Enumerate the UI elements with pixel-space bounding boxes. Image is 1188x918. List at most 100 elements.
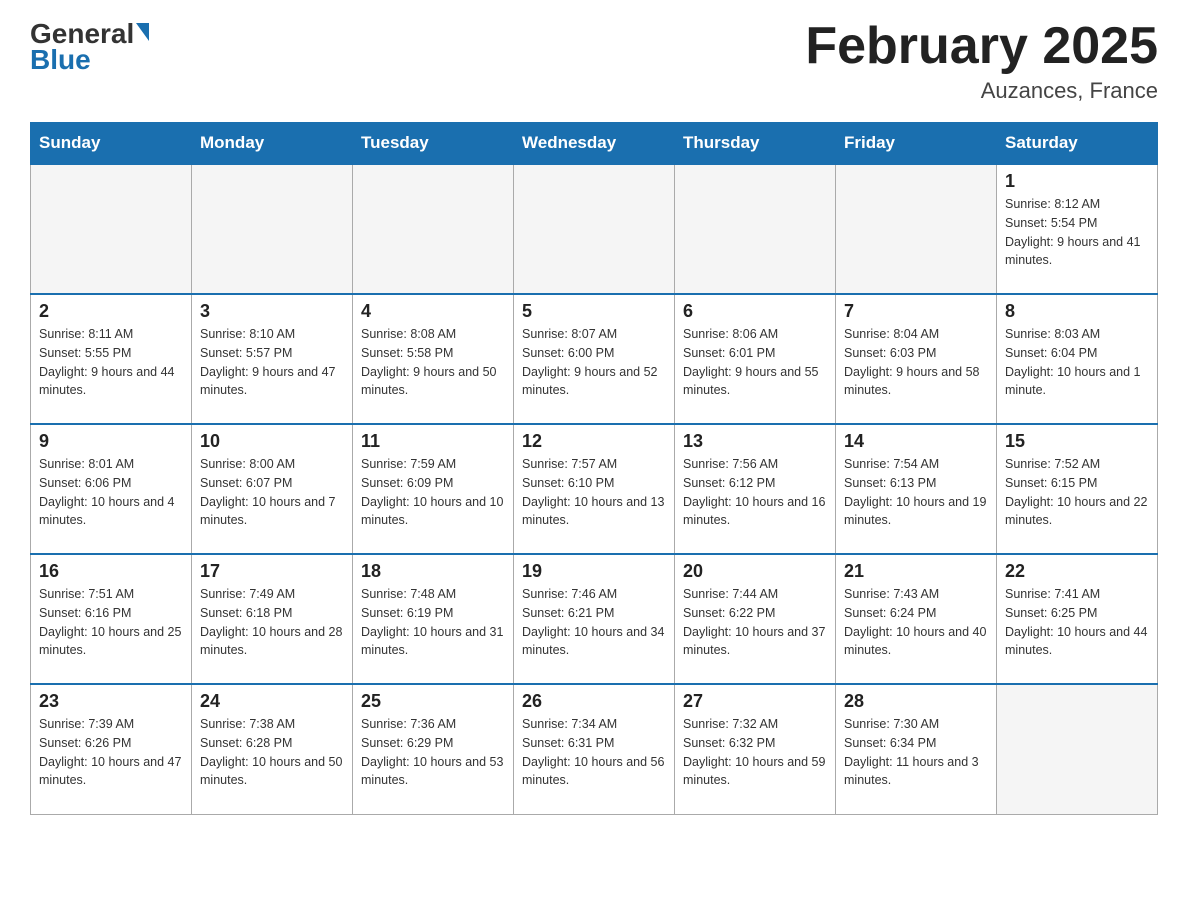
day-of-week-header: Thursday [675,123,836,165]
calendar-cell: 12 Sunrise: 7:57 AMSunset: 6:10 PMDayligh… [514,424,675,554]
day-info: Sunrise: 8:00 AMSunset: 6:07 PMDaylight:… [200,455,344,530]
calendar-cell [997,684,1158,814]
calendar-cell: 2 Sunrise: 8:11 AMSunset: 5:55 PMDaylight… [31,294,192,424]
day-info: Sunrise: 7:59 AMSunset: 6:09 PMDaylight:… [361,455,505,530]
day-number: 10 [200,431,344,452]
day-number: 15 [1005,431,1149,452]
day-number: 27 [683,691,827,712]
calendar-cell: 10 Sunrise: 8:00 AMSunset: 6:07 PMDayligh… [192,424,353,554]
calendar-cell: 28 Sunrise: 7:30 AMSunset: 6:34 PMDayligh… [836,684,997,814]
day-of-week-header: Tuesday [353,123,514,165]
calendar-cell [353,164,514,294]
calendar-cell: 16 Sunrise: 7:51 AMSunset: 6:16 PMDayligh… [31,554,192,684]
day-number: 12 [522,431,666,452]
calendar-week-row: 1Sunrise: 8:12 AMSunset: 5:54 PMDaylight… [31,164,1158,294]
day-info: Sunrise: 8:01 AMSunset: 6:06 PMDaylight:… [39,455,183,530]
day-number: 16 [39,561,183,582]
day-number: 5 [522,301,666,322]
day-info: Sunrise: 7:38 AMSunset: 6:28 PMDaylight:… [200,715,344,790]
day-number: 6 [683,301,827,322]
calendar-table: SundayMondayTuesdayWednesdayThursdayFrid… [30,122,1158,815]
calendar-cell: 21 Sunrise: 7:43 AMSunset: 6:24 PMDayligh… [836,554,997,684]
calendar-cell: 27 Sunrise: 7:32 AMSunset: 6:32 PMDayligh… [675,684,836,814]
day-info: Sunrise: 7:30 AMSunset: 6:34 PMDaylight:… [844,715,988,790]
calendar-week-row: 16 Sunrise: 7:51 AMSunset: 6:16 PMDayligh… [31,554,1158,684]
day-number: 24 [200,691,344,712]
day-info: Sunrise: 8:08 AMSunset: 5:58 PMDaylight:… [361,325,505,400]
calendar-cell: 3Sunrise: 8:10 AMSunset: 5:57 PMDaylight… [192,294,353,424]
day-number: 17 [200,561,344,582]
calendar-week-row: 23 Sunrise: 7:39 AMSunset: 6:26 PMDayligh… [31,684,1158,814]
calendar-cell: 14 Sunrise: 7:54 AMSunset: 6:13 PMDayligh… [836,424,997,554]
day-number: 14 [844,431,988,452]
calendar-cell: 23 Sunrise: 7:39 AMSunset: 6:26 PMDayligh… [31,684,192,814]
calendar-cell: 19 Sunrise: 7:46 AMSunset: 6:21 PMDayligh… [514,554,675,684]
calendar-cell [836,164,997,294]
month-title: February 2025 [805,20,1158,72]
logo-arrow-icon [136,23,149,41]
calendar-cell: 15 Sunrise: 7:52 AMSunset: 6:15 PMDayligh… [997,424,1158,554]
day-number: 23 [39,691,183,712]
logo-text-blue: Blue [30,46,149,74]
calendar-cell: 25Sunrise: 7:36 AMSunset: 6:29 PMDayligh… [353,684,514,814]
location: Auzances, France [805,78,1158,104]
day-number: 20 [683,561,827,582]
calendar-cell: 4 Sunrise: 8:08 AMSunset: 5:58 PMDaylight… [353,294,514,424]
calendar-cell [675,164,836,294]
day-info: Sunrise: 7:51 AMSunset: 6:16 PMDaylight:… [39,585,183,660]
day-of-week-header: Friday [836,123,997,165]
day-info: Sunrise: 8:10 AMSunset: 5:57 PMDaylight:… [200,325,344,400]
calendar-header-row: SundayMondayTuesdayWednesdayThursdayFrid… [31,123,1158,165]
day-number: 11 [361,431,505,452]
day-info: Sunrise: 7:57 AMSunset: 6:10 PMDaylight:… [522,455,666,530]
day-info: Sunrise: 7:44 AMSunset: 6:22 PMDaylight:… [683,585,827,660]
day-number: 8 [1005,301,1149,322]
day-number: 18 [361,561,505,582]
calendar-cell: 8 Sunrise: 8:03 AMSunset: 6:04 PMDaylight… [997,294,1158,424]
day-info: Sunrise: 7:32 AMSunset: 6:32 PMDaylight:… [683,715,827,790]
calendar-cell [514,164,675,294]
day-info: Sunrise: 7:43 AMSunset: 6:24 PMDaylight:… [844,585,988,660]
day-number: 7 [844,301,988,322]
day-number: 2 [39,301,183,322]
day-info: Sunrise: 8:03 AMSunset: 6:04 PMDaylight:… [1005,325,1149,400]
page-header: General Blue February 2025 Auzances, Fra… [30,20,1158,104]
day-info: Sunrise: 8:07 AMSunset: 6:00 PMDaylight:… [522,325,666,400]
calendar-cell: 7 Sunrise: 8:04 AMSunset: 6:03 PMDaylight… [836,294,997,424]
calendar-cell: 20 Sunrise: 7:44 AMSunset: 6:22 PMDayligh… [675,554,836,684]
day-number: 9 [39,431,183,452]
day-of-week-header: Saturday [997,123,1158,165]
calendar-cell: 11 Sunrise: 7:59 AMSunset: 6:09 PMDayligh… [353,424,514,554]
title-block: February 2025 Auzances, France [805,20,1158,104]
day-number: 25 [361,691,505,712]
day-info: Sunrise: 8:04 AMSunset: 6:03 PMDaylight:… [844,325,988,400]
day-of-week-header: Monday [192,123,353,165]
day-info: Sunrise: 7:46 AMSunset: 6:21 PMDaylight:… [522,585,666,660]
calendar-cell: 9 Sunrise: 8:01 AMSunset: 6:06 PMDaylight… [31,424,192,554]
day-info: Sunrise: 7:56 AMSunset: 6:12 PMDaylight:… [683,455,827,530]
calendar-week-row: 2 Sunrise: 8:11 AMSunset: 5:55 PMDaylight… [31,294,1158,424]
logo: General Blue [30,20,149,74]
calendar-cell: 18Sunrise: 7:48 AMSunset: 6:19 PMDayligh… [353,554,514,684]
day-of-week-header: Wednesday [514,123,675,165]
day-number: 19 [522,561,666,582]
calendar-cell: 17Sunrise: 7:49 AMSunset: 6:18 PMDayligh… [192,554,353,684]
day-number: 4 [361,301,505,322]
day-of-week-header: Sunday [31,123,192,165]
day-number: 21 [844,561,988,582]
day-number: 26 [522,691,666,712]
calendar-week-row: 9 Sunrise: 8:01 AMSunset: 6:06 PMDaylight… [31,424,1158,554]
calendar-cell: 5 Sunrise: 8:07 AMSunset: 6:00 PMDaylight… [514,294,675,424]
calendar-cell [192,164,353,294]
calendar-cell: 13Sunrise: 7:56 AMSunset: 6:12 PMDayligh… [675,424,836,554]
day-number: 1 [1005,171,1149,192]
day-info: Sunrise: 7:54 AMSunset: 6:13 PMDaylight:… [844,455,988,530]
day-number: 28 [844,691,988,712]
calendar-cell: 24 Sunrise: 7:38 AMSunset: 6:28 PMDayligh… [192,684,353,814]
day-info: Sunrise: 7:39 AMSunset: 6:26 PMDaylight:… [39,715,183,790]
calendar-cell: 22Sunrise: 7:41 AMSunset: 6:25 PMDayligh… [997,554,1158,684]
day-info: Sunrise: 8:11 AMSunset: 5:55 PMDaylight:… [39,325,183,400]
day-info: Sunrise: 7:52 AMSunset: 6:15 PMDaylight:… [1005,455,1149,530]
calendar-cell: 26 Sunrise: 7:34 AMSunset: 6:31 PMDayligh… [514,684,675,814]
day-info: Sunrise: 7:34 AMSunset: 6:31 PMDaylight:… [522,715,666,790]
